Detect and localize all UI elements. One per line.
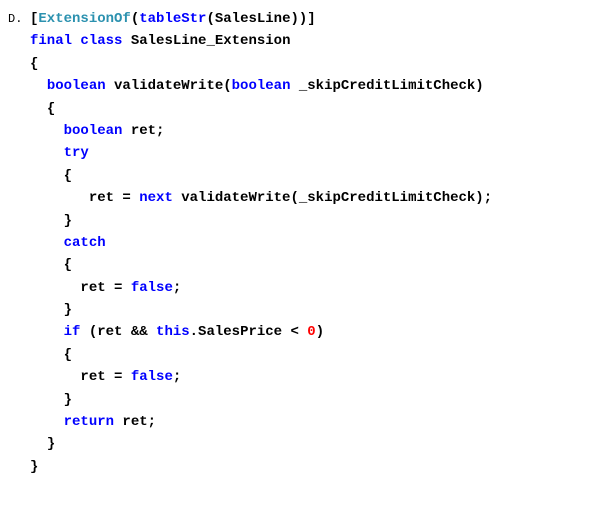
num-zero: 0 [307,324,315,340]
fn-extensionof: ExtensionOf [38,11,130,27]
assign: ret = [89,190,139,206]
kw-boolean: boolean [64,123,123,139]
cond-close: ) [316,324,324,340]
kw-final: final [30,33,72,49]
brace-close: } [64,302,72,318]
call: validateWrite(_skipCreditLimitCheck); [173,190,492,206]
brace-open: { [64,168,72,184]
semi: ; [173,280,181,296]
line-6: boolean ret; [64,123,165,139]
line-13: ret = false; [80,280,181,296]
brace-open: { [47,101,55,117]
prop: .SalesPrice < [190,324,308,340]
var-ret: ret; [122,123,164,139]
var-ret: ret; [114,414,156,430]
kw-boolean: boolean [232,78,291,94]
kw-this: this [156,324,190,340]
line-17: ret = false; [80,369,181,385]
param: _skipCreditLimitCheck) [290,78,483,94]
semi: ; [173,369,181,385]
line-9: ret = next validateWrite(_skipCreditLimi… [89,190,492,206]
kw-next: next [139,190,173,206]
kw-if: if [64,324,81,340]
kw-try: try [64,145,89,161]
line-15: if (ret && this.SalesPrice < 0) [64,324,324,340]
line-2: final class SalesLine_Extension [30,33,290,49]
option-label: D. [8,10,26,29]
kw-false: false [131,280,173,296]
cond-open: (ret && [80,324,156,340]
brace-open: { [64,347,72,363]
kw-catch: catch [64,235,106,251]
brace-close: } [64,392,72,408]
kw-false: false [131,369,173,385]
kw-class: class [80,33,122,49]
method-name: validateWrite( [114,78,232,94]
arg-salesline: SalesLine [215,11,291,27]
brace-close: } [30,459,38,475]
paren: ( [131,11,139,27]
brace-close: } [47,436,55,452]
class-name: SalesLine_Extension [131,33,291,49]
assign: ret = [80,369,130,385]
close: ))] [290,11,315,27]
line-19: return ret; [64,414,156,430]
kw-tablestr: tableStr [139,11,206,27]
code-snippet-container: D. [ExtensionOf(tableStr(SalesLine))] fi… [8,8,601,478]
brace-open: { [64,257,72,273]
paren: ( [206,11,214,27]
code-block: [ExtensionOf(tableStr(SalesLine))] final… [30,8,492,478]
kw-return: return [64,414,114,430]
kw-boolean: boolean [47,78,106,94]
brace-close: } [64,213,72,229]
assign: ret = [80,280,130,296]
line-4: boolean validateWrite(boolean _skipCredi… [47,78,484,94]
line-1: [ExtensionOf(tableStr(SalesLine))] [30,11,316,27]
brace-open: { [30,56,38,72]
